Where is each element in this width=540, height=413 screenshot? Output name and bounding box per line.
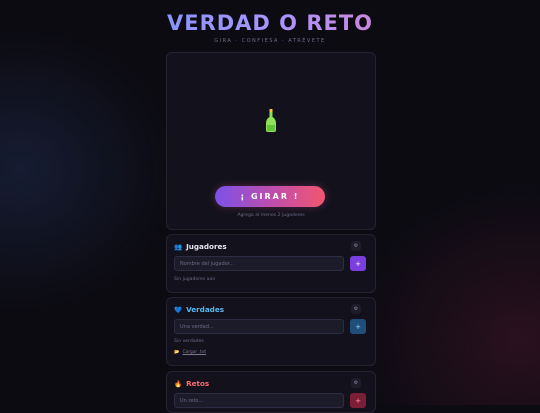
truths-empty-text: Sin verdades: [174, 339, 204, 344]
dare-input[interactable]: Un reto...: [174, 393, 344, 408]
bottle-icon: [266, 109, 276, 132]
add-player-button[interactable]: +: [350, 256, 366, 271]
dares-settings-icon[interactable]: ⚙: [351, 378, 361, 388]
truths-title: Verdades: [186, 305, 224, 314]
spin-stage: ¡ GIRAR ! Agrega al menos 2 jugadores: [166, 52, 376, 230]
players-header: 👥 Jugadores: [174, 242, 227, 251]
truths-icon: 💙: [174, 305, 183, 314]
players-settings-icon[interactable]: ⚙: [351, 241, 361, 251]
add-truth-button[interactable]: +: [350, 319, 366, 334]
dares-title: Retos: [186, 379, 210, 388]
folder-icon: 📂: [174, 350, 180, 355]
players-empty-text: Sin jugadores aún: [174, 277, 216, 282]
truths-header: 💙 Verdades: [174, 305, 224, 314]
app-title: VERDAD O RETO: [0, 11, 540, 35]
truth-input[interactable]: Una verdad...: [174, 319, 344, 334]
app-subtitle: GIRA · CONFIESA · ATRÉVETE: [214, 38, 326, 44]
player-name-input[interactable]: Nombre del jugador...: [174, 256, 344, 271]
spin-hint: Agrega al menos 2 jugadores: [237, 213, 305, 218]
truths-load-label[interactable]: Cargar .txt: [182, 350, 206, 355]
truths-load-link[interactable]: 📂 Cargar .txt: [174, 350, 206, 355]
players-panel: 👥 Jugadores ⚙ Nombre del jugador... + Si…: [166, 234, 376, 293]
dares-icon: 🔥: [174, 379, 183, 388]
players-icon: 👥: [174, 242, 183, 251]
players-title: Jugadores: [186, 242, 227, 251]
dares-panel: 🔥 Retos ⚙ Un reto... +: [166, 371, 376, 413]
truths-settings-icon[interactable]: ⚙: [351, 304, 361, 314]
truths-panel: 💙 Verdades ⚙ Una verdad... + Sin verdade…: [166, 297, 376, 366]
spin-button[interactable]: ¡ GIRAR !: [215, 186, 325, 207]
dares-header: 🔥 Retos: [174, 379, 209, 388]
add-dare-button[interactable]: +: [350, 393, 366, 408]
